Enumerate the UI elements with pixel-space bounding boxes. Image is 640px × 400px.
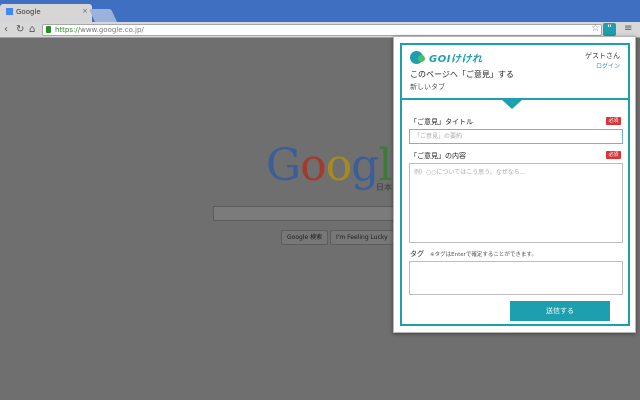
logo-letter: g: [351, 140, 379, 191]
body-required-badge: 必須: [606, 151, 621, 159]
body-label: 「ご意見」の内容: [410, 152, 466, 160]
google-search-button[interactable]: Google 検索: [281, 230, 329, 245]
browser-tab[interactable]: Google ×: [0, 4, 92, 22]
tab-title: Google: [16, 8, 41, 16]
header-notch: [502, 100, 522, 109]
google-favicon-icon: [6, 8, 13, 15]
back-icon[interactable]: ‹: [4, 24, 8, 36]
title-label: 「ご意見」タイトル: [410, 118, 473, 126]
tag-input[interactable]: [409, 261, 623, 295]
home-icon[interactable]: ⌂: [29, 24, 35, 36]
login-link[interactable]: ログイン: [596, 61, 620, 70]
tab-close-icon[interactable]: ×: [82, 7, 88, 15]
tag-label-row: タグ ※タグはEnterで確定することができます。: [410, 249, 537, 259]
logo-letter: G: [266, 140, 301, 191]
logo-subtitle: 日本: [376, 183, 392, 192]
bookmark-star-icon[interactable]: ☆: [591, 23, 600, 34]
url-scheme: https://: [55, 26, 81, 34]
new-tab-button[interactable]: [88, 9, 118, 22]
brand-logo: GOIけけれ: [410, 50, 482, 65]
speech-bubble-icon: [410, 51, 425, 64]
extension-popup: GOIけけれ ゲストさん ログイン このページへ「ご意見」する 新しいタブ 「ご…: [393, 36, 636, 333]
tag-note: ※タグはEnterで確定することができます。: [430, 252, 537, 258]
current-page-name: 新しいタブ: [410, 83, 445, 91]
url-host: www.google.co.jp/: [80, 26, 144, 34]
address-bar[interactable]: https://www.google.co.jp/: [42, 24, 602, 36]
google-search-input[interactable]: [213, 206, 403, 221]
popup-header: GOIけけれ ゲストさん ログイン このページへ「ご意見」する 新しいタブ: [402, 45, 628, 100]
user-name: ゲストさん: [585, 52, 620, 60]
tag-label: タグ: [410, 250, 424, 258]
title-input[interactable]: [409, 129, 623, 144]
submit-button[interactable]: 送信する: [510, 301, 610, 321]
menu-icon[interactable]: ≡: [624, 23, 632, 34]
brand-name: GOIけけれ: [429, 54, 483, 65]
extension-quote-icon[interactable]: ": [603, 23, 616, 36]
title-required-badge: 必須: [606, 117, 621, 125]
page-action-title: このページへ「ご意見」する: [410, 70, 514, 79]
body-textarea[interactable]: [409, 163, 623, 243]
reload-icon[interactable]: ↻: [16, 24, 24, 36]
logo-letter: o: [300, 140, 326, 191]
lock-icon: [46, 26, 51, 33]
popup-frame: GOIけけれ ゲストさん ログイン このページへ「ご意見」する 新しいタブ 「ご…: [400, 43, 630, 326]
tab-strip: Google ×: [0, 0, 640, 22]
logo-letter: o: [325, 140, 352, 191]
feeling-lucky-button[interactable]: I'm Feeling Lucky: [330, 230, 394, 245]
